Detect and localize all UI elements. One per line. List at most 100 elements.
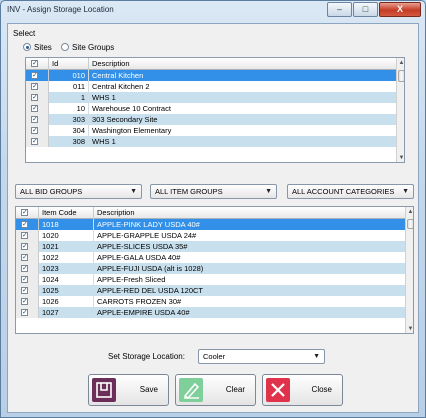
check-icon[interactable]: ✓ (31, 138, 38, 145)
item-description-cell: APPLE-PINK LADY USDA 40# (97, 220, 200, 229)
site-description-cell: Central Kitchen (92, 71, 144, 80)
app-window: INV - Assign Storage Location – □ X Sele… (0, 0, 426, 418)
site-id-cell: 1 (49, 92, 89, 103)
row-checkbox-cell[interactable]: ✓ (16, 230, 39, 241)
row-checkbox-cell[interactable]: ✓ (16, 263, 39, 274)
close-button[interactable]: Close (262, 374, 343, 406)
sites-header-description[interactable]: Description (89, 58, 396, 70)
item-code-cell: 1022 (39, 252, 94, 263)
item-code-cell: 1027 (39, 307, 94, 318)
item-code-cell: 1026 (39, 296, 94, 307)
sites-scrollbar[interactable]: ▲ ▼ (396, 58, 404, 162)
check-icon[interactable]: ✓ (21, 276, 28, 283)
table-row[interactable]: ✓ 1026 CARROTS FROZEN 30# (16, 296, 405, 307)
site-description-cell: Central Kitchen 2 (92, 82, 150, 91)
item-description-cell: CARROTS FROZEN 30# (97, 297, 182, 306)
save-button[interactable]: Save (88, 374, 169, 406)
row-checkbox-cell[interactable]: ✓ (16, 241, 39, 252)
select-label: Select (13, 29, 36, 38)
table-row[interactable]: ✓ 10 Warehouse 10 Contract (26, 103, 396, 114)
scroll-up-icon[interactable]: ▲ (406, 208, 413, 217)
chevron-down-icon: ▼ (130, 188, 137, 195)
row-checkbox-cell[interactable]: ✓ (16, 274, 39, 285)
table-row[interactable]: ✓ 1027 APPLE-EMPIRE USDA 40# (16, 307, 405, 318)
table-row[interactable]: ✓ 1023 APPLE-FUJI USDA (alt is 1028) (16, 263, 405, 274)
check-icon: ✓ (31, 60, 38, 67)
row-checkbox-cell[interactable]: ✓ (26, 103, 49, 114)
table-row[interactable]: ✓ 1025 APPLE-RED DEL USDA 120CT (16, 285, 405, 296)
scroll-down-icon[interactable]: ▼ (397, 154, 404, 162)
row-checkbox-cell[interactable]: ✓ (26, 81, 49, 92)
items-scrollbar[interactable]: ▲ ▼ (405, 207, 413, 333)
close-window-button[interactable]: X (379, 2, 421, 17)
sites-header-id[interactable]: Id (49, 58, 89, 70)
items-grid: ✓ Item Code Description ✓ 1018 APPLE-PINK … (15, 206, 414, 334)
clear-button[interactable]: Clear (175, 374, 256, 406)
sites-grid-header: ✓ Id Description (26, 58, 396, 70)
check-icon[interactable]: ✓ (31, 72, 38, 79)
table-row[interactable]: ✓ 010 Central Kitchen (26, 70, 396, 81)
scroll-thumb[interactable] (407, 219, 413, 229)
items-header-item-code[interactable]: Item Code (39, 207, 94, 219)
items-header-check[interactable]: ✓ (16, 207, 39, 219)
table-row[interactable]: ✓ 304 Washington Elementary (26, 125, 396, 136)
account-categories-dropdown[interactable]: ALL ACCOUNT CATEGORIES ▼ (287, 184, 414, 199)
check-icon[interactable]: ✓ (21, 265, 28, 272)
check-icon[interactable]: ✓ (21, 298, 28, 305)
items-header-description[interactable]: Description (94, 207, 405, 219)
check-icon[interactable]: ✓ (21, 232, 28, 239)
row-checkbox-cell[interactable]: ✓ (26, 92, 49, 103)
item-code-cell: 1020 (39, 230, 94, 241)
bid-groups-dropdown[interactable]: ALL BID GROUPS ▼ (15, 184, 142, 199)
row-checkbox-cell[interactable]: ✓ (26, 136, 49, 147)
row-checkbox-cell[interactable]: ✓ (16, 307, 39, 318)
row-checkbox-cell[interactable]: ✓ (16, 252, 39, 263)
item-description-cell: APPLE-RED DEL USDA 120CT (97, 286, 204, 295)
row-checkbox-cell[interactable]: ✓ (26, 125, 49, 136)
table-row[interactable]: ✓ 011 Central Kitchen 2 (26, 81, 396, 92)
site-description-cell: WHS 1 (92, 93, 116, 102)
storage-location-dropdown[interactable]: Cooler ▼ (198, 349, 325, 364)
row-checkbox-cell[interactable]: ✓ (26, 114, 49, 125)
clear-label: Clear (225, 385, 245, 394)
title-bar[interactable]: INV - Assign Storage Location – □ X (1, 1, 425, 21)
scroll-thumb[interactable] (398, 70, 404, 82)
check-icon[interactable]: ✓ (21, 254, 28, 261)
check-icon[interactable]: ✓ (31, 105, 38, 112)
minimize-button[interactable]: – (327, 2, 352, 17)
check-icon[interactable]: ✓ (31, 83, 38, 90)
table-row[interactable]: ✓ 303 303 Secondary Site (26, 114, 396, 125)
sites-header-check[interactable]: ✓ (26, 58, 49, 70)
check-icon[interactable]: ✓ (21, 287, 28, 294)
row-checkbox-cell[interactable]: ✓ (16, 285, 39, 296)
item-groups-dropdown[interactable]: ALL ITEM GROUPS ▼ (150, 184, 277, 199)
table-row[interactable]: ✓ 1022 APPLE-GALA USDA 40# (16, 252, 405, 263)
site-description-cell: Warehouse 10 Contract (92, 104, 171, 113)
account-categories-value: ALL ACCOUNT CATEGORIES (292, 187, 395, 196)
check-icon[interactable]: ✓ (21, 243, 28, 250)
check-icon[interactable]: ✓ (21, 221, 28, 228)
check-icon[interactable]: ✓ (31, 94, 38, 101)
storage-location-value: Cooler (203, 352, 226, 361)
row-checkbox-cell[interactable]: ✓ (16, 296, 39, 307)
check-icon[interactable]: ✓ (21, 309, 28, 316)
radio-sites[interactable] (23, 43, 31, 51)
row-checkbox-cell[interactable]: ✓ (26, 70, 49, 81)
table-row[interactable]: ✓ 1 WHS 1 (26, 92, 396, 103)
table-row[interactable]: ✓ 1018 APPLE-PINK LADY USDA 40# (16, 219, 405, 230)
row-checkbox-cell[interactable]: ✓ (16, 219, 39, 230)
table-row[interactable]: ✓ 308 WHS 1 (26, 136, 396, 147)
scroll-up-icon[interactable]: ▲ (397, 59, 404, 68)
maximize-button[interactable]: □ (353, 2, 378, 17)
item-code-cell: 1023 (39, 263, 94, 274)
scroll-down-icon[interactable]: ▼ (406, 325, 413, 333)
check-icon[interactable]: ✓ (31, 116, 38, 123)
radio-site-groups-label: Site Groups (72, 43, 115, 52)
table-row[interactable]: ✓ 1021 APPLE-SLICES USDA 35# (16, 241, 405, 252)
chevron-down-icon: ▼ (402, 188, 409, 195)
check-icon[interactable]: ✓ (31, 127, 38, 134)
radio-site-groups[interactable] (61, 43, 69, 51)
table-row[interactable]: ✓ 1020 APPLE-GRAPPLE USDA 24# (16, 230, 405, 241)
table-row[interactable]: ✓ 1024 APPLE-Fresh Sliced (16, 274, 405, 285)
client-area: Select Sites Site Groups ✓ Id Descriptio… (7, 23, 419, 413)
